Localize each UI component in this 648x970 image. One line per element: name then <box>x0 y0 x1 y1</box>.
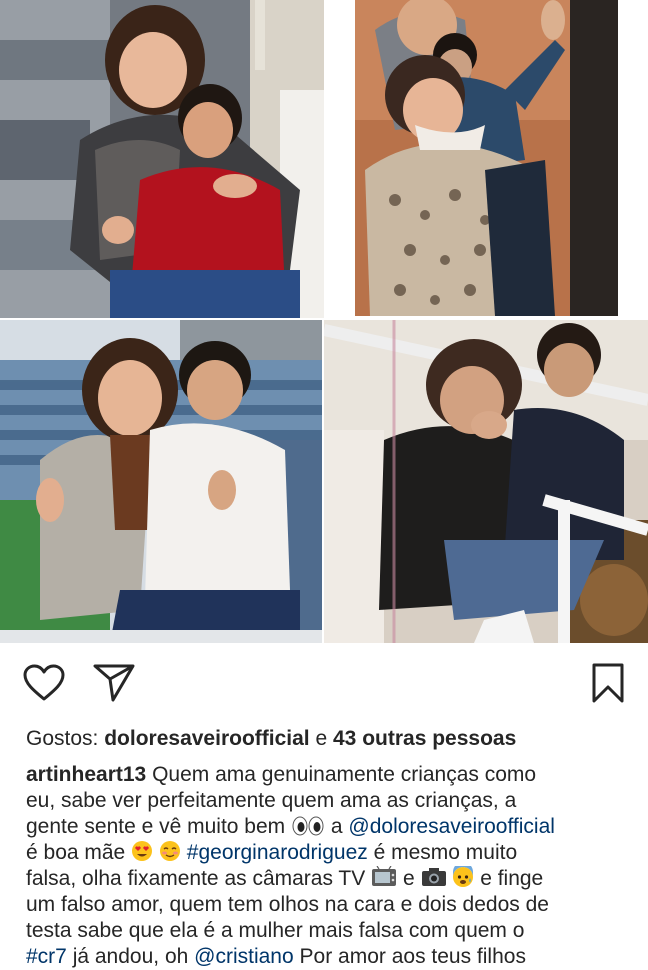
share-button[interactable] <box>91 660 137 706</box>
photo-collage[interactable] <box>0 0 648 645</box>
photo-4-image <box>324 320 648 643</box>
liker-username[interactable]: doloresaveiroofficial <box>104 727 309 750</box>
caption-text: um falso amor, quem tem olhos na cara e … <box>26 893 549 916</box>
heart-eyes-emoji-icon <box>132 841 153 861</box>
mention-link[interactable]: @doloresaveiroofficial <box>348 815 555 838</box>
camera-emoji-icon <box>421 868 446 886</box>
collage-photo-4[interactable] <box>324 320 648 643</box>
caption-text: a <box>330 815 343 838</box>
caption-text: é mesmo muito <box>373 841 518 864</box>
collage-photo-2[interactable] <box>355 0 618 316</box>
eyes-emoji-icon <box>292 816 324 836</box>
save-button[interactable] <box>585 660 631 706</box>
caption-text: gente sente e vê muito bem <box>26 815 286 838</box>
post-caption: artinheart13 Quem ama genuinamente crian… <box>26 762 626 970</box>
mention-link[interactable]: @cristiano <box>194 945 294 968</box>
post-action-bar <box>0 660 648 708</box>
like-button[interactable] <box>21 660 67 706</box>
likes-others-count[interactable]: 43 outras pessoas <box>333 727 516 750</box>
caption-username[interactable]: artinheart13 <box>26 763 146 786</box>
hashtag-link[interactable]: #cr7 <box>26 945 67 968</box>
likes-prefix: Gostos: <box>26 727 99 750</box>
heart-outline-icon <box>23 664 65 701</box>
likes-connector: e <box>315 727 328 750</box>
caption-text: é boa mãe <box>26 841 126 864</box>
caption-text: e <box>402 867 415 890</box>
collage-photo-1[interactable] <box>0 0 324 318</box>
bookmark-outline-icon <box>592 663 624 703</box>
collage-photo-3[interactable] <box>0 320 322 643</box>
caption-text: testa sabe que ela é a mulher mais falsa… <box>26 919 525 942</box>
television-emoji-icon <box>372 866 397 886</box>
photo-1-image <box>0 0 324 318</box>
caption-text: eu, sabe ver perfeitamente quem ama as c… <box>26 789 517 812</box>
caption-text: já andou, oh <box>72 945 189 968</box>
caption-text: Por amor aos teus filhos <box>299 945 526 968</box>
photo-3-image <box>0 320 322 643</box>
hashtag-link[interactable]: #georginarodriguez <box>187 841 368 864</box>
photo-2-image <box>355 0 618 316</box>
caption-text: falsa, olha fixamente as câmaras TV <box>26 867 366 890</box>
caption-text: Quem ama genuinamente crianças como <box>152 763 537 786</box>
anxious-face-emoji-icon <box>453 866 474 887</box>
likes-summary: Gostos: doloresaveiroofficial e 43 outra… <box>26 724 516 754</box>
smiling-blush-emoji-icon <box>159 841 180 861</box>
caption-text: e finge <box>480 867 544 890</box>
paper-plane-icon <box>93 664 135 702</box>
